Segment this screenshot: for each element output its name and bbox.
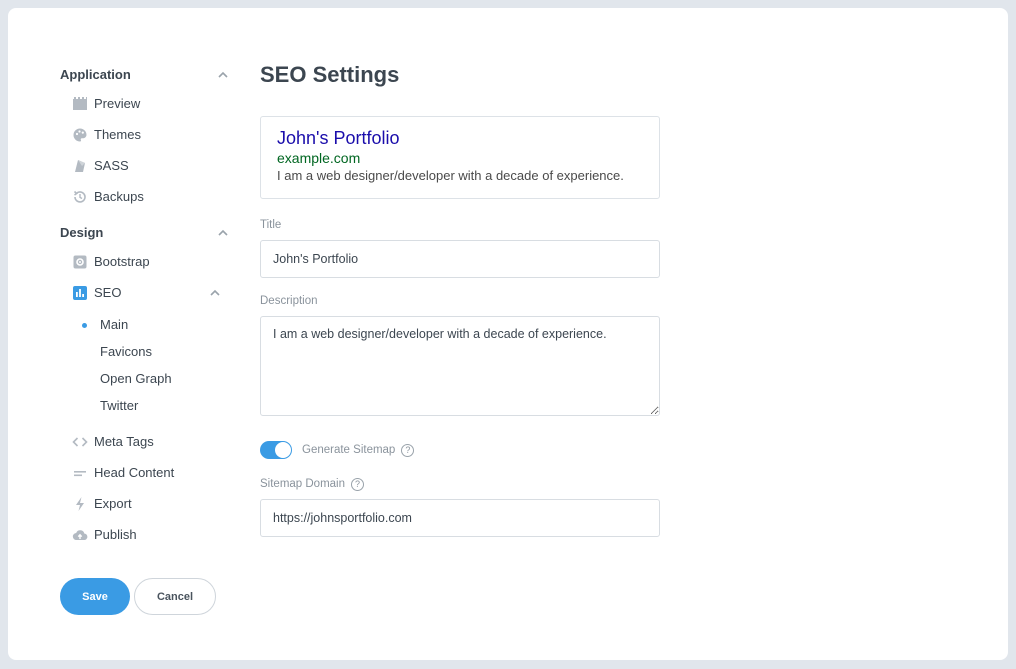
- sidebar-item-sass[interactable]: SASS: [60, 150, 230, 181]
- sidebar-item-seo[interactable]: SEO: [60, 277, 230, 308]
- sidebar-item-label: Backups: [94, 189, 144, 204]
- bolt-icon: [72, 496, 88, 512]
- help-icon[interactable]: ?: [351, 477, 365, 491]
- preview-description: I am a web designer/developer with a dec…: [277, 168, 624, 183]
- sitemap-domain-input[interactable]: [260, 499, 660, 537]
- section-application-label: Application: [60, 66, 131, 82]
- sidebar-subitem-label: Open Graph: [100, 371, 172, 386]
- sidebar-subitem-label: Favicons: [100, 344, 153, 359]
- preview-url: example.com: [277, 150, 361, 166]
- active-dot: [82, 323, 87, 328]
- preview-title: John's Portfolio: [277, 128, 400, 148]
- sidebar-item-label: Head Content: [94, 465, 175, 480]
- code-icon: [72, 434, 88, 450]
- save-button[interactable]: Save: [60, 578, 130, 615]
- section-design[interactable]: Design: [60, 222, 230, 242]
- sitemap-toggle-row: Generate Sitemap ?: [260, 439, 660, 461]
- sidebar-subitem-main[interactable]: Main: [60, 311, 230, 338]
- toggle-knob: [275, 442, 291, 458]
- cloud-upload-icon: [72, 527, 88, 543]
- main-panel: SEO Settings John's Portfolio example.co…: [260, 60, 660, 537]
- sidebar-item-meta-tags[interactable]: Meta Tags: [60, 426, 230, 457]
- sidebar-item-export[interactable]: Export: [60, 488, 230, 519]
- title-label: Title: [260, 218, 660, 232]
- help-icon[interactable]: ?: [401, 443, 415, 457]
- description-textarea[interactable]: I am a web designer/developer with a dec…: [260, 316, 660, 416]
- chevron-up-icon[interactable]: [208, 285, 222, 299]
- sidebar-subitem-favicons[interactable]: Favicons: [60, 338, 230, 365]
- generate-sitemap-label: Generate Sitemap ?: [302, 443, 415, 457]
- sidebar-item-publish[interactable]: Publish: [60, 519, 230, 550]
- sidebar-subitem-label: Main: [100, 317, 129, 332]
- sidebar-item-label: SEO: [94, 285, 122, 300]
- sidebar-subitem-twitter[interactable]: Twitter: [60, 392, 230, 419]
- sitemap-domain-label: Sitemap Domain ?: [260, 477, 660, 491]
- description-label-text: Description: [260, 295, 318, 307]
- form-actions: Save Cancel: [60, 578, 216, 615]
- chevron-up-icon[interactable]: [216, 225, 230, 239]
- search-preview: John's Portfolio example.com I am a web …: [260, 116, 660, 199]
- cancel-button[interactable]: Cancel: [134, 578, 216, 615]
- sidebar-item-label: Meta Tags: [94, 434, 154, 449]
- sidebar-subitem-label: Twitter: [100, 398, 139, 413]
- sidebar-item-preview[interactable]: Preview: [60, 88, 230, 119]
- generate-sitemap-toggle[interactable]: [260, 441, 292, 459]
- chevron-up-icon[interactable]: [216, 67, 230, 81]
- sidebar-item-themes[interactable]: Themes: [60, 119, 230, 150]
- sass-icon: [72, 158, 88, 174]
- sidebar-item-label: Bootstrap: [94, 254, 150, 269]
- palette-icon: [72, 127, 88, 143]
- sidebar: Application Preview Themes SASS Backups …: [60, 64, 230, 550]
- sidebar-item-backups[interactable]: Backups: [60, 181, 230, 212]
- sidebar-item-head-content[interactable]: Head Content: [60, 457, 230, 488]
- title-label-text: Title: [260, 219, 282, 231]
- film-icon: [72, 96, 88, 112]
- gear-box-icon: [72, 254, 88, 270]
- settings-card: Application Preview Themes SASS Backups …: [8, 8, 1008, 660]
- sitemap-domain-label-text: Sitemap Domain: [260, 478, 346, 490]
- description-label: Description: [260, 294, 660, 308]
- sidebar-subitem-open-graph[interactable]: Open Graph: [60, 365, 230, 392]
- generate-sitemap-label-text: Generate Sitemap: [302, 444, 396, 456]
- sidebar-item-label: Export: [94, 496, 132, 511]
- sidebar-item-label: Publish: [94, 527, 137, 542]
- section-design-label: Design: [60, 224, 104, 240]
- page-title: SEO Settings: [260, 62, 400, 87]
- bar-chart-icon: [72, 285, 88, 301]
- sidebar-item-label: SASS: [94, 158, 129, 173]
- sidebar-item-label: Themes: [94, 127, 141, 142]
- sidebar-item-label: Preview: [94, 96, 141, 111]
- title-input[interactable]: [260, 240, 660, 278]
- history-icon: [72, 189, 88, 205]
- sidebar-item-bootstrap[interactable]: Bootstrap: [60, 246, 230, 277]
- lines-icon: [72, 465, 88, 481]
- section-application[interactable]: Application: [60, 64, 230, 84]
